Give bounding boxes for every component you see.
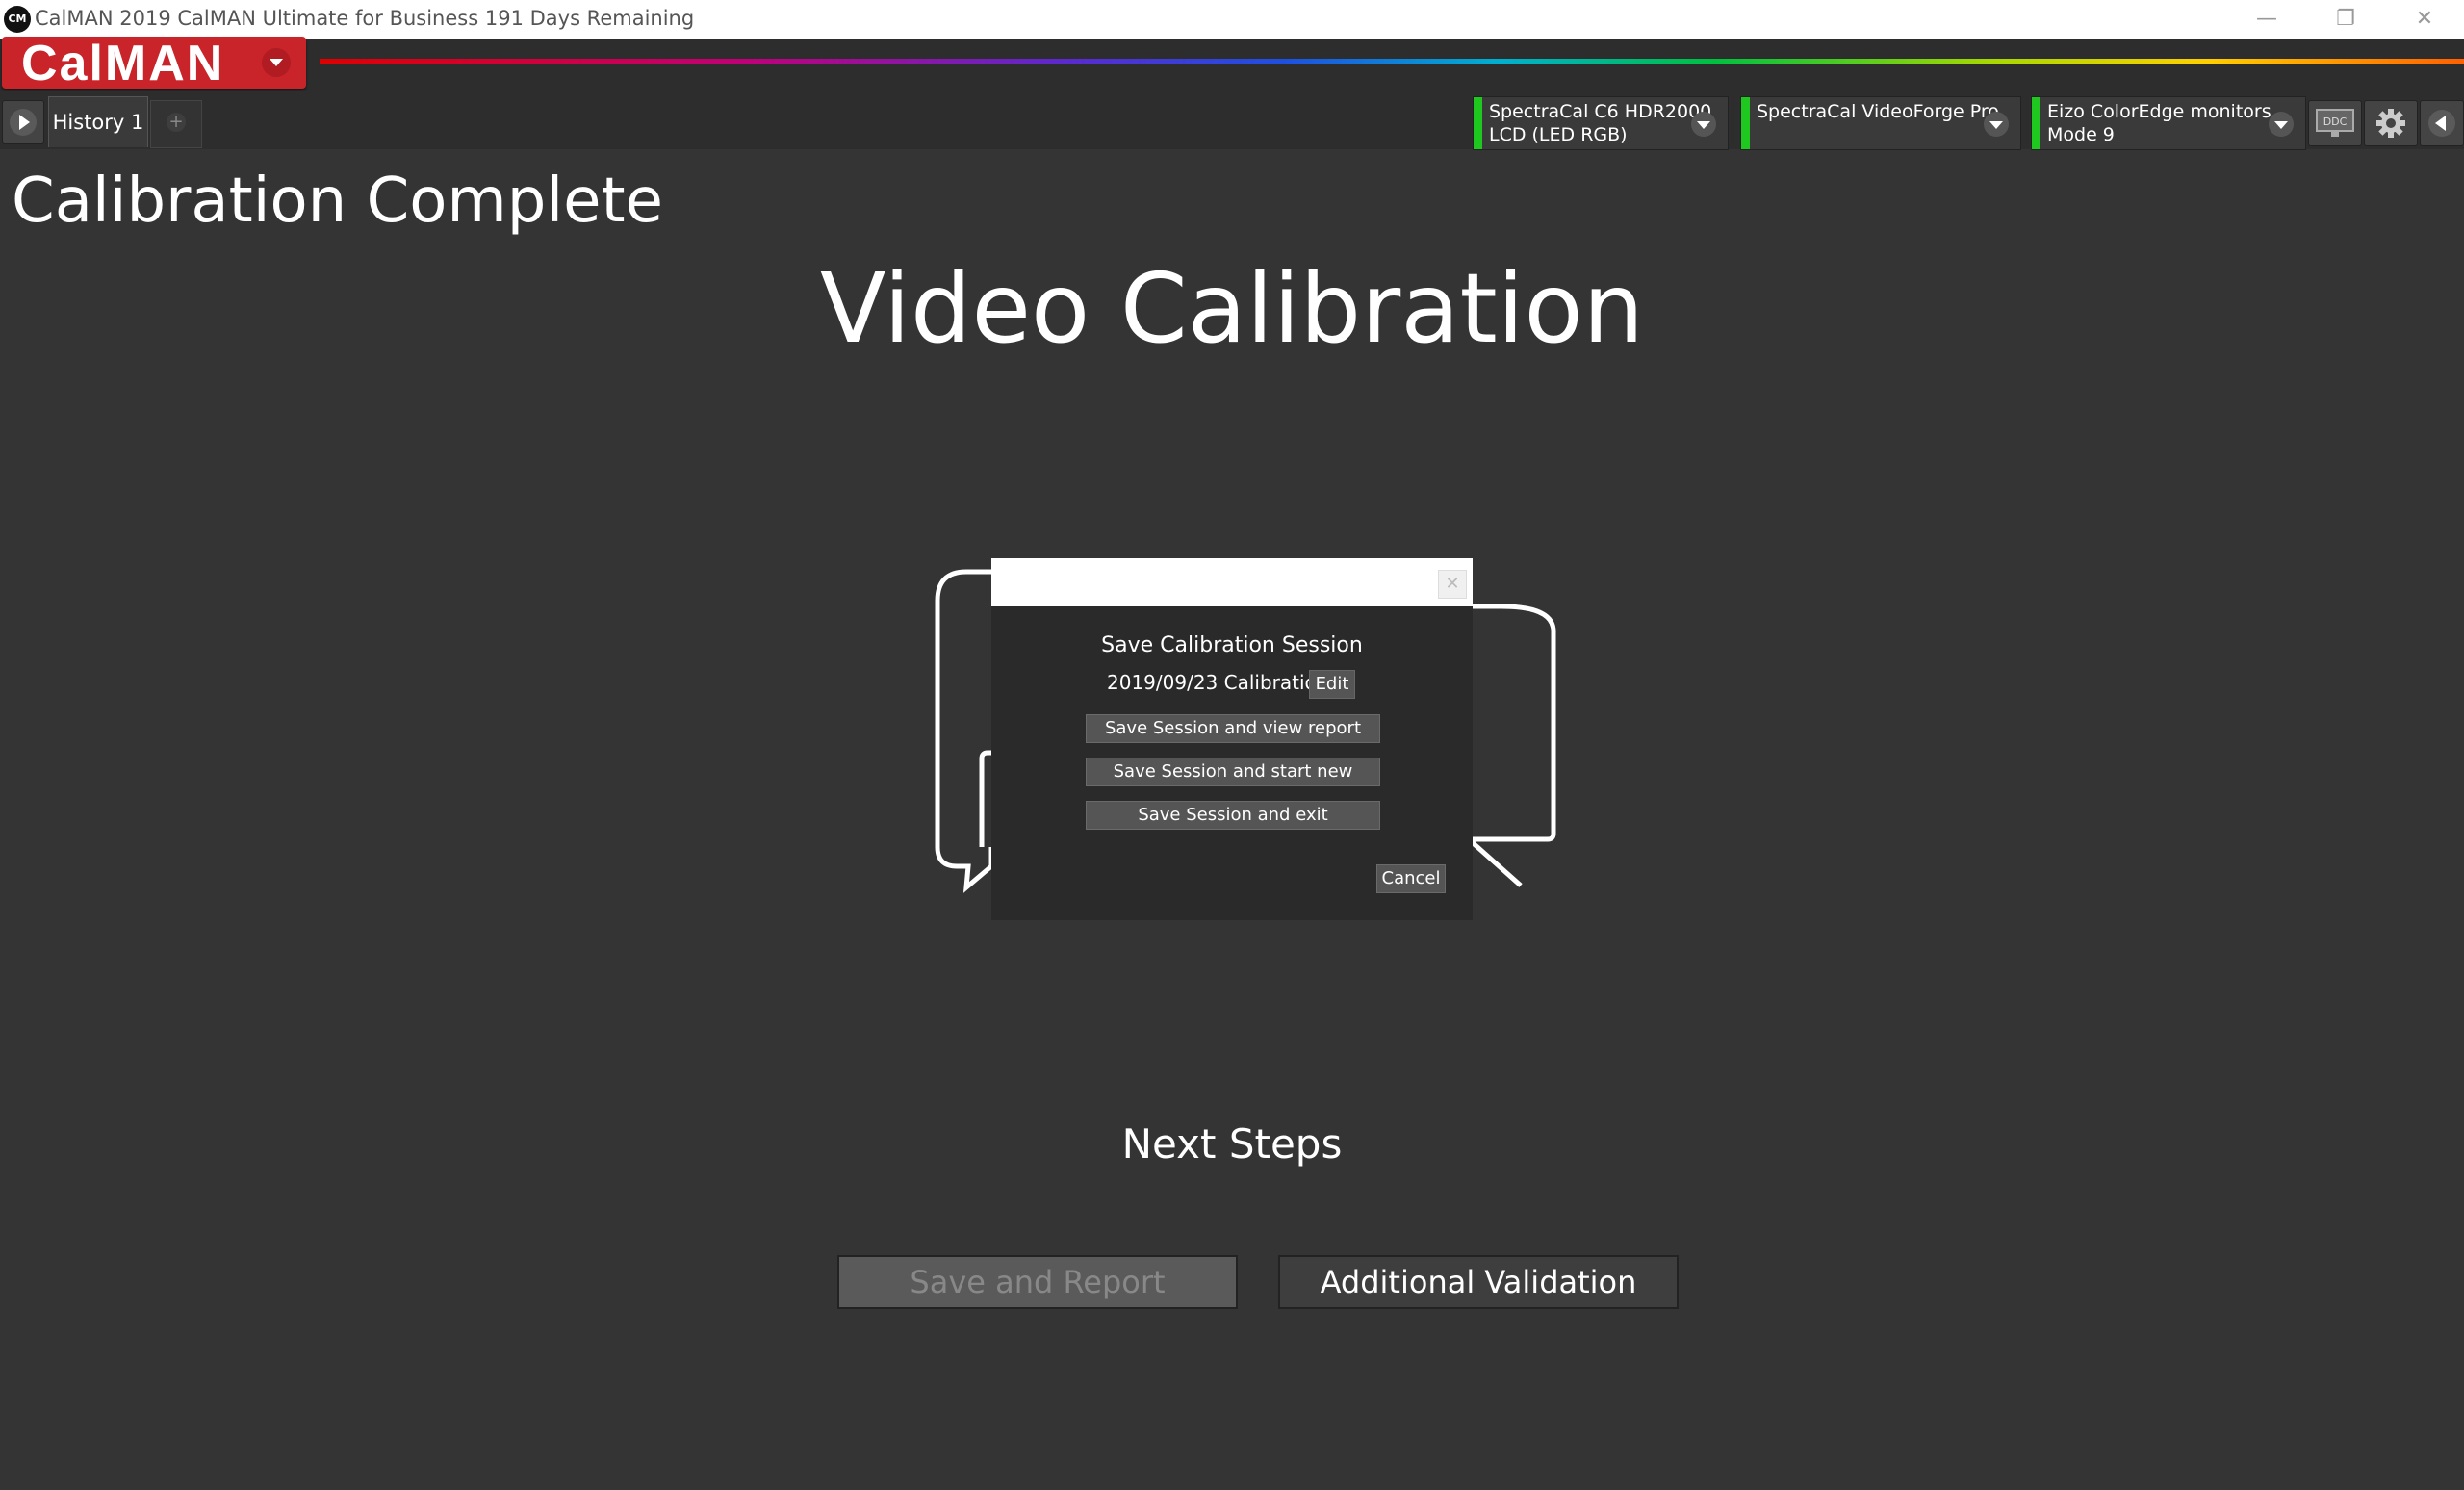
- play-icon: [10, 109, 37, 136]
- minimize-button[interactable]: —: [2227, 0, 2306, 39]
- dialog-heading: Save Calibration Session: [1101, 633, 1363, 657]
- save-view-report-button[interactable]: Save Session and view report: [1086, 714, 1380, 743]
- device-mode: LCD (LED RGB): [1489, 124, 1628, 145]
- brand-bar: [0, 39, 2464, 91]
- save-and-report-button[interactable]: Save and Report: [837, 1255, 1238, 1309]
- monitor-icon: DDC: [2316, 109, 2354, 137]
- window-title: CalMAN 2019 CalMAN Ultimate for Business…: [35, 7, 695, 30]
- device-name: SpectraCal C6 HDR2000: [1489, 101, 1712, 122]
- calman-logo: CalMAN: [21, 36, 225, 91]
- gear-icon: [2376, 109, 2405, 138]
- device-name: Eizo ColorEdge monitors: [2047, 101, 2272, 122]
- chevron-down-icon[interactable]: [1691, 112, 1716, 137]
- source-device-selector[interactable]: SpectraCal VideoForge Pro: [1740, 96, 2021, 150]
- add-tab-button[interactable]: +: [150, 100, 202, 148]
- collapse-right-button[interactable]: [2420, 100, 2464, 146]
- chevron-down-icon[interactable]: [1984, 112, 2009, 137]
- window-title-bar: CM CalMAN 2019 CalMAN Ultimate for Busin…: [0, 0, 2464, 39]
- expand-left-button[interactable]: [2, 100, 44, 144]
- save-session-dialog: ✕ Save Calibration Session 2019/09/23 Ca…: [991, 558, 1473, 920]
- edit-button[interactable]: Edit: [1309, 670, 1355, 699]
- close-window-button[interactable]: ✕: [2385, 0, 2464, 39]
- ddc-button[interactable]: DDC: [2308, 100, 2362, 146]
- rainbow-stripe: [320, 59, 2464, 64]
- meter-device-selector[interactable]: SpectraCal C6 HDR2000 LCD (LED RGB): [1473, 96, 1729, 150]
- app-icon: CM: [4, 6, 31, 33]
- status-led: [2032, 97, 2040, 149]
- plus-icon: +: [167, 113, 186, 132]
- page-title: Calibration Complete: [12, 166, 663, 237]
- tab-history-1[interactable]: History 1: [48, 96, 148, 147]
- dialog-title-bar: [991, 558, 1473, 606]
- settings-button[interactable]: [2364, 100, 2418, 146]
- session-name: 2019/09/23 Calibration: [1107, 671, 1329, 694]
- save-start-new-button[interactable]: Save Session and start new: [1086, 758, 1380, 786]
- display-device-selector[interactable]: Eizo ColorEdge monitors Mode 9: [2031, 96, 2306, 150]
- next-steps-heading: Next Steps: [1121, 1120, 1343, 1168]
- device-name: SpectraCal VideoForge Pro: [1757, 101, 1999, 122]
- chevron-down-icon: [262, 48, 291, 77]
- workflow-heading: Video Calibration: [819, 252, 1645, 365]
- status-led: [1474, 97, 1482, 149]
- save-exit-button[interactable]: Save Session and exit: [1086, 801, 1380, 830]
- device-mode: Mode 9: [2047, 124, 2115, 145]
- status-led: [1741, 97, 1750, 149]
- chevron-left-icon: [2428, 110, 2455, 137]
- svg-text:DDC: DDC: [2323, 116, 2348, 128]
- close-icon[interactable]: ✕: [1438, 570, 1467, 599]
- cancel-button[interactable]: Cancel: [1376, 864, 1446, 893]
- calman-menu-button[interactable]: CalMAN: [2, 36, 306, 91]
- chevron-down-icon[interactable]: [2269, 112, 2294, 137]
- restore-button[interactable]: ❐: [2306, 0, 2385, 39]
- additional-validation-button[interactable]: Additional Validation: [1278, 1255, 1679, 1309]
